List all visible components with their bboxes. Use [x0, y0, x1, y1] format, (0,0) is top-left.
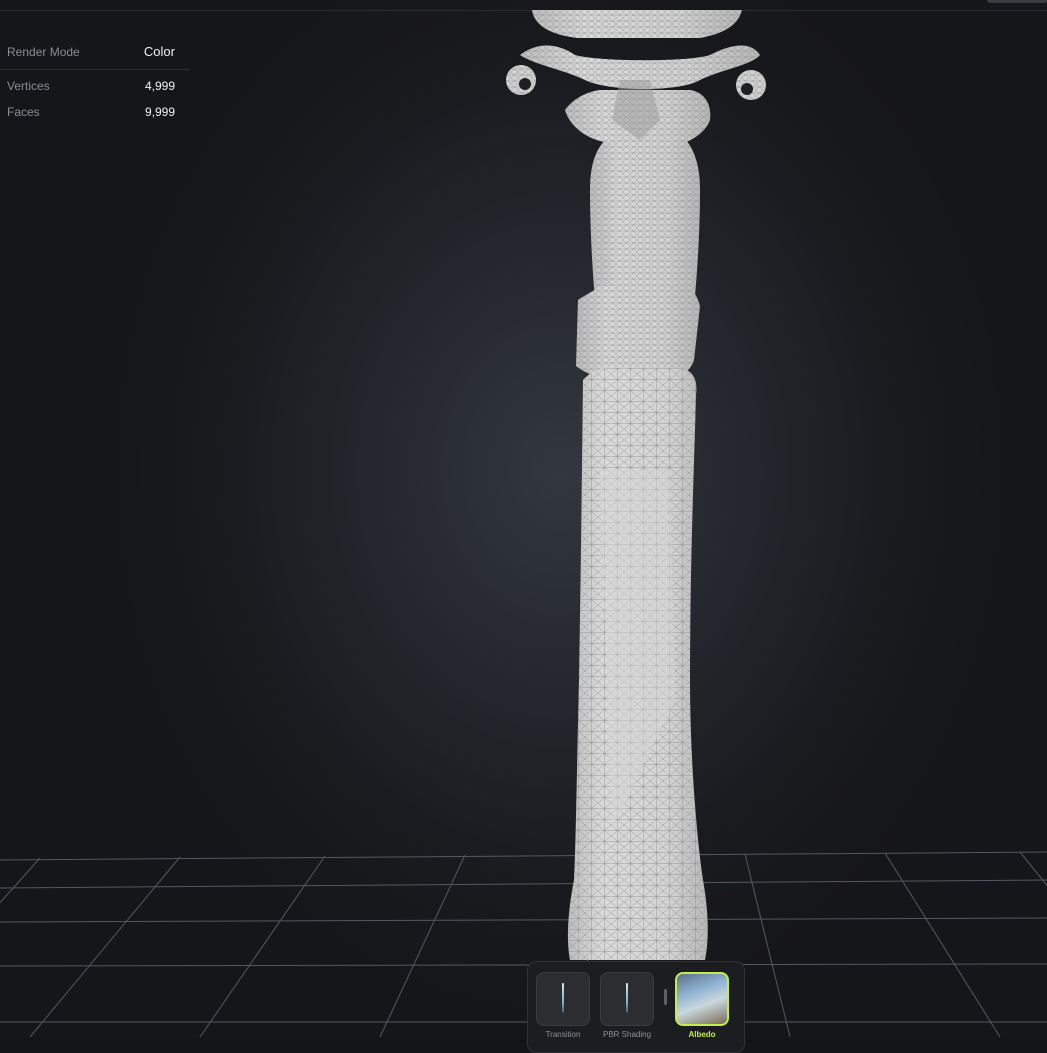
faces-value: 9,999 [144, 105, 175, 119]
scene-canvas[interactable] [0, 0, 1047, 1037]
faces-label: Faces [7, 105, 40, 119]
mode-pbr-shading-label: PBR Shading [602, 1030, 652, 1039]
mode-pbr-shading-button[interactable]: PBR Shading [598, 970, 656, 1039]
mode-albedo-label: Albedo [688, 1030, 716, 1039]
render-mode-label: Render Mode [7, 44, 80, 59]
vertices-value: 4,999 [144, 79, 175, 93]
3d-viewport[interactable] [0, 0, 1047, 1037]
render-mode-value: Color [143, 44, 175, 59]
mode-separator [664, 989, 667, 1005]
vertices-label: Vertices [7, 79, 50, 93]
ground-grid [0, 851, 1047, 1037]
render-stats-panel: Render Mode Color Vertices 4,999 Faces 9… [0, 27, 190, 137]
render-mode-switcher: Transition PBR Shading Albedo [527, 961, 745, 1053]
blade-icon [600, 972, 654, 1026]
faces-row: Faces 9,999 [7, 105, 175, 119]
render-mode-row: Render Mode Color [7, 44, 175, 59]
mode-albedo-button[interactable]: Albedo [673, 970, 731, 1039]
blade-icon [536, 972, 590, 1026]
vertices-row: Vertices 4,999 [7, 79, 175, 93]
stats-divider [0, 69, 190, 70]
albedo-preview-thumbnail [675, 972, 729, 1026]
mode-transition-button[interactable]: Transition [534, 970, 592, 1039]
sword-model [506, 10, 766, 960]
